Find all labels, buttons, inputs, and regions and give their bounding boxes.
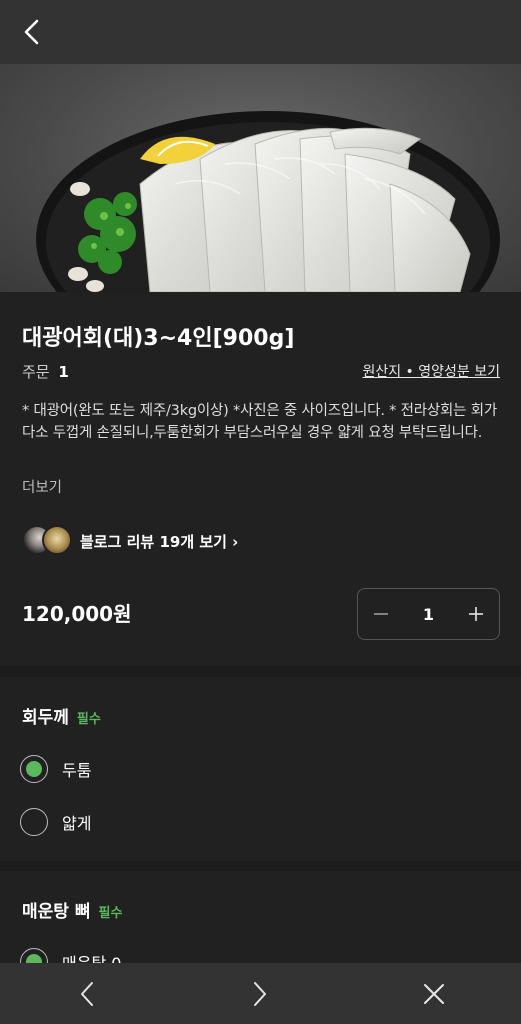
next-button[interactable] [230,963,290,1024]
order-label: 주문 [22,362,50,381]
origin-nutrition-link[interactable]: 원산지 • 영양성분 보기 [362,361,500,381]
option-label: 두툼 [62,761,92,780]
option-title: 매운탕 뼈 필수 [22,897,122,922]
quantity-value: 1 [422,604,435,624]
chevron-left-icon [80,981,93,1006]
required-badge: 필수 [98,906,123,921]
review-link-label: 블로그 리뷰 19개 보기 › [80,532,239,551]
product-photo [0,64,521,292]
option-title-text: 회두께 [22,708,69,728]
option-thin[interactable]: 얇게 [20,807,91,837]
option-section-bones: 매운탕 뼈필수 매운탕 0 [0,871,521,976]
option-thick[interactable]: 두툼 [20,754,91,784]
order-info: 주문 1 [22,361,69,382]
reviewer-avatars [22,525,72,557]
close-icon [424,983,445,1004]
quantity-stepper: 1 [357,588,500,640]
sashimi-platter-image [36,111,500,292]
option-label: 얇게 [62,814,92,833]
order-count: 1 [58,362,69,381]
radio-button[interactable] [20,755,48,783]
product-detail-page: 대광어회(대)3~4인[900g] 주문 1 원산지 • 영양성분 보기 * 대… [0,0,521,1024]
decrease-button[interactable] [358,589,404,639]
blog-review-link[interactable]: 블로그 리뷰 19개 보기 › [22,525,238,557]
plus-icon [468,607,483,621]
option-title-text: 매운탕 뼈 [22,902,91,922]
avatar [42,525,72,555]
radio-button[interactable] [20,808,48,836]
product-info: 대광어회(대)3~4인[900g] 주문 1 원산지 • 영양성분 보기 * 대… [0,292,521,666]
prev-button[interactable] [57,963,117,1024]
minus-icon [374,613,388,615]
bottom-nav-bar [0,963,521,1024]
price: 120,000원 [22,602,132,626]
increase-button[interactable] [453,589,499,639]
back-arrow-icon [24,19,39,45]
order-row: 주문 1 원산지 • 영양성분 보기 [22,360,500,382]
close-button[interactable] [404,963,464,1024]
product-title: 대광어회(대)3~4인[900g] [22,326,295,351]
top-bar [0,0,521,64]
more-button[interactable]: 더보기 [22,476,62,497]
back-button[interactable] [0,0,64,64]
option-title: 회두께 필수 [22,703,101,728]
chevron-right-icon [254,981,267,1006]
required-badge: 필수 [76,712,101,727]
product-description: * 대광어(완도 또는 제주/3kg이상) *사진은 중 사이즈입니다. * 전… [22,403,497,441]
option-section-thickness: 회두께 필수 두툼 얇게 [0,677,521,861]
